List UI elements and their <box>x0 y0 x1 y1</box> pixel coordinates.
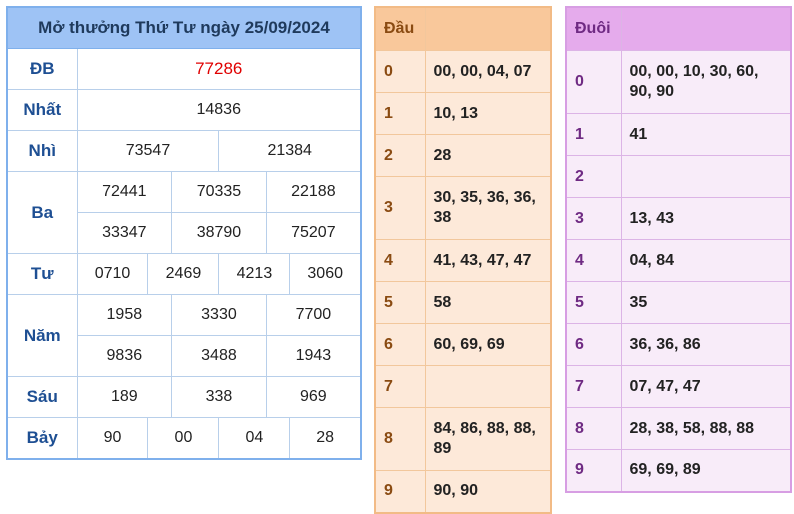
prize-label-nhi: Nhì <box>6 130 78 172</box>
tail-values: 04, 84 <box>620 239 792 282</box>
second-prize-value: 73547 <box>76 130 220 172</box>
head-values: 58 <box>424 281 552 324</box>
results-title: Mở thưởng Thứ Tư ngày 25/09/2024 <box>6 6 362 49</box>
tail-digit-table: Đuôi 0 00, 00, 10, 30, 60, 90, 90 1 41 2 3… <box>565 6 792 493</box>
fourth-prize-value: 0710 <box>76 253 149 295</box>
prize-label-nhat: Nhất <box>6 89 78 131</box>
tail-values <box>620 155 792 198</box>
fifth-prize-value: 1943 <box>265 335 362 377</box>
head-digit: 8 <box>374 407 426 471</box>
prize-label-sau: Sáu <box>6 376 78 418</box>
head-digit-table: Đầu 0 00, 00, 04, 07 1 10, 13 2 28 3 30, 35,… <box>374 6 552 514</box>
tail-digit: 8 <box>565 407 622 450</box>
tail-values: 35 <box>620 281 792 324</box>
head-values: 10, 13 <box>424 92 552 135</box>
prize-label-ba: Ba <box>6 171 78 254</box>
fourth-prize-value: 4213 <box>218 253 291 295</box>
head-values: 60, 69, 69 <box>424 323 552 366</box>
first-prize-value: 14836 <box>76 89 362 131</box>
third-prize-value: 72441 <box>76 171 173 213</box>
head-values: 90, 90 <box>424 470 552 513</box>
third-prize-value: 22188 <box>265 171 362 213</box>
tail-digit: 0 <box>565 50 622 114</box>
tail-values: 07, 47, 47 <box>620 365 792 408</box>
tail-digit: 7 <box>565 365 622 408</box>
fifth-prize-value: 9836 <box>76 335 173 377</box>
third-prize-value: 75207 <box>265 212 362 254</box>
tail-table-header: Đuôi <box>565 6 622 51</box>
fourth-prize-value: 3060 <box>289 253 362 295</box>
head-values <box>424 365 552 408</box>
head-digit: 3 <box>374 176 426 240</box>
fifth-prize-value: 3488 <box>171 335 267 377</box>
head-digit: 4 <box>374 239 426 282</box>
tail-values: 69, 69, 89 <box>620 449 792 492</box>
head-values: 41, 43, 47, 47 <box>424 239 552 282</box>
head-digit: 0 <box>374 50 426 93</box>
tail-values: 00, 00, 10, 30, 60, 90, 90 <box>620 50 792 114</box>
head-digit: 6 <box>374 323 426 366</box>
third-prize-value: 33347 <box>76 212 173 254</box>
lottery-results-table: Mở thưởng Thứ Tư ngày 25/09/2024 ĐB 7728… <box>6 6 362 460</box>
second-prize-value: 21384 <box>218 130 362 172</box>
prize-label-db: ĐB <box>6 48 78 90</box>
tail-values: 13, 43 <box>620 197 792 240</box>
tail-digit: 3 <box>565 197 622 240</box>
tail-digit: 5 <box>565 281 622 324</box>
head-values: 28 <box>424 134 552 177</box>
tail-values: 41 <box>620 113 792 156</box>
tail-table-header-blank <box>620 6 792 51</box>
sixth-prize-value: 189 <box>76 376 173 418</box>
tail-values: 36, 36, 86 <box>620 323 792 366</box>
tail-digit: 6 <box>565 323 622 366</box>
fifth-prize-value: 3330 <box>171 294 267 336</box>
fifth-prize-value: 7700 <box>265 294 362 336</box>
head-values: 84, 86, 88, 88, 89 <box>424 407 552 471</box>
fifth-prize-value: 1958 <box>76 294 173 336</box>
tail-digit: 4 <box>565 239 622 282</box>
head-digit: 1 <box>374 92 426 135</box>
prize-label-bay: Bảy <box>6 417 78 459</box>
third-prize-value: 70335 <box>171 171 267 213</box>
head-values: 00, 00, 04, 07 <box>424 50 552 93</box>
seventh-prize-value: 04 <box>218 417 291 459</box>
head-values: 30, 35, 36, 36, 38 <box>424 176 552 240</box>
special-prize-value: 77286 <box>76 48 362 90</box>
head-digit: 2 <box>374 134 426 177</box>
sixth-prize-value: 338 <box>171 376 267 418</box>
third-prize-value: 38790 <box>171 212 267 254</box>
fourth-prize-value: 2469 <box>147 253 220 295</box>
prize-label-tu: Tư <box>6 253 78 295</box>
sixth-prize-value: 969 <box>265 376 362 418</box>
head-digit: 5 <box>374 281 426 324</box>
prize-label-nam: Năm <box>6 294 78 377</box>
head-table-header-blank <box>424 6 552 51</box>
head-digit: 9 <box>374 470 426 513</box>
tail-digit: 2 <box>565 155 622 198</box>
tail-digit: 9 <box>565 449 622 492</box>
head-digit: 7 <box>374 365 426 408</box>
seventh-prize-value: 90 <box>76 417 149 459</box>
seventh-prize-value: 00 <box>147 417 220 459</box>
tail-digit: 1 <box>565 113 622 156</box>
tail-values: 28, 38, 58, 88, 88 <box>620 407 792 450</box>
head-table-header: Đầu <box>374 6 426 51</box>
seventh-prize-value: 28 <box>289 417 362 459</box>
